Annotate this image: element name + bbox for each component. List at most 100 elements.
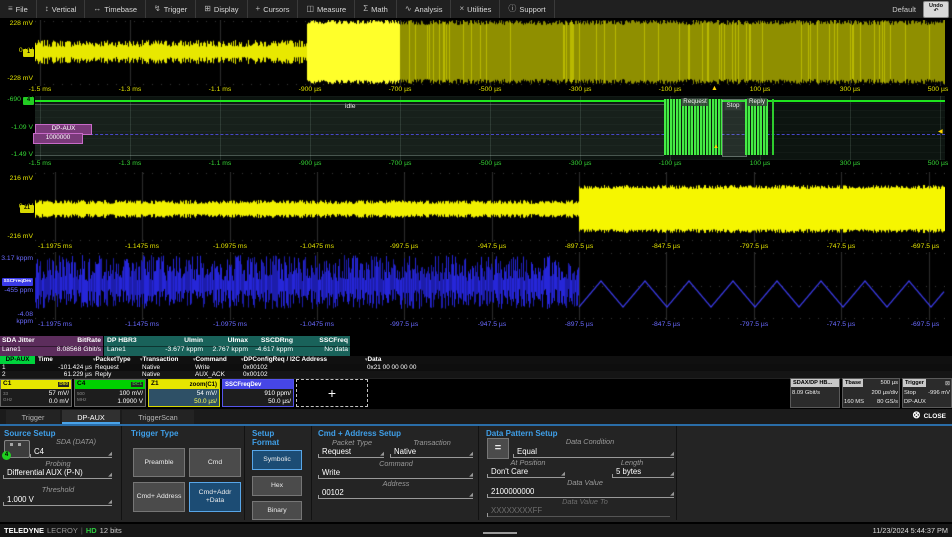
sscfreqdev-descriptor[interactable]: SSCFreqDev 910 ppm/ 50.0 µs/ — [222, 379, 294, 407]
x-tick: -700 µs — [389, 87, 412, 94]
menu-measure[interactable]: ◫Measure — [298, 0, 355, 18]
preamble-button[interactable]: Preamble — [133, 448, 185, 477]
data-condition-select[interactable]: Equal◢ — [513, 446, 674, 458]
z1-ground-marker[interactable]: Z1 — [20, 205, 34, 213]
hex-button[interactable]: Hex — [252, 476, 302, 496]
sda-source-select[interactable]: C4◢ — [30, 446, 112, 458]
col-time[interactable]: Time — [38, 357, 53, 363]
sscfreq-value: No data — [288, 347, 348, 354]
trigger-status-box[interactable]: Trigger ⊠ Stop-996 mV DP-AUX — [902, 378, 952, 408]
c1-volts-per-div: 57 mV/ — [49, 391, 69, 397]
menu-trigger[interactable]: ↯Trigger — [146, 0, 196, 18]
tab-dp-aux[interactable]: DP-AUX — [62, 410, 120, 424]
c4-descriptor-title: C4 — [77, 381, 85, 388]
packet-type-select[interactable]: Request◢ — [318, 446, 384, 458]
tab-triggerscan[interactable]: TriggerScan — [122, 410, 194, 424]
c4-bandwidth: 500MHz — [77, 391, 86, 403]
sscfreq-header: SSCFreq — [288, 338, 348, 345]
timebase-icon: ↔ — [93, 5, 101, 13]
menu-math[interactable]: ΣMath — [355, 0, 397, 18]
analysis-icon: ∿ — [405, 5, 412, 13]
transaction-select[interactable]: Native◢ — [390, 446, 473, 458]
col-transaction[interactable]: ▾Transaction — [140, 357, 178, 363]
dialog-close-button[interactable]: ⊗ CLOSE — [912, 411, 946, 421]
oscilloscope-app: ≡File ↕Vertical ↔Timebase ↯Trigger ⊞Disp… — [0, 0, 952, 537]
taskbar-handle[interactable] — [483, 532, 517, 534]
x-tick: -947.5 µs — [478, 322, 506, 329]
col-command[interactable]: ▾Command — [193, 357, 227, 363]
x-tick: -700 µs — [389, 161, 412, 168]
c1-bandwidth: 33GHz — [3, 391, 12, 403]
cell-transaction: Native — [142, 372, 160, 378]
x-tick: -1.0475 ms — [300, 322, 334, 329]
add-trace-button[interactable]: + — [296, 379, 368, 407]
timebase-status-box[interactable]: Tbase 500 µs 200 µs/div 160 MS80 GS/s — [842, 378, 900, 408]
menu-file[interactable]: ≡File — [0, 0, 37, 18]
c1-ground-marker[interactable]: 1 — [23, 49, 34, 57]
menu-cursors-label: Cursors — [263, 5, 289, 14]
col-packettype[interactable]: ▾PacketType — [93, 357, 131, 363]
probe-icon: 4 — [4, 440, 30, 458]
x-tick: -100 µs — [659, 161, 682, 168]
p3-y-top: 216 mV — [0, 176, 33, 183]
x-tick: -1.0475 ms — [300, 244, 334, 251]
menu-timebase[interactable]: ↔Timebase — [85, 0, 146, 18]
c4-volts-per-div: 100 mV/ — [119, 391, 143, 397]
col-dpconfigreq[interactable]: ▾DPConfigReq / I2C Address — [241, 357, 327, 363]
x-tick: -1.1975 ms — [38, 244, 72, 251]
tab-trigger[interactable]: Trigger — [6, 410, 60, 424]
trigger-time-marker-2[interactable]: ▲ — [713, 144, 719, 150]
menu-support[interactable]: ⓘSupport — [500, 0, 554, 18]
sscdrng-header: SSCDRng — [238, 338, 293, 345]
cell-time: 61.229 µs — [38, 372, 92, 378]
trigger-icon: ↯ — [154, 5, 161, 13]
serial-status-box[interactable]: SDAX/DP HB... 8.09 Gbit/s — [790, 378, 840, 408]
decode-table-header: DP-AUX Time ▾PacketType ▾Transaction ▾Co… — [0, 356, 952, 364]
binary-button[interactable]: Binary — [252, 501, 302, 520]
menu-display[interactable]: ⊞Display — [196, 0, 247, 18]
cmd-button[interactable]: Cmd — [189, 448, 241, 477]
address-field[interactable]: 00102◢ — [318, 487, 473, 499]
z1-descriptor-title: Z1 — [151, 381, 159, 388]
z1-waveform — [35, 172, 945, 242]
x-tick: -500 µs — [479, 87, 502, 94]
col-data[interactable]: ▾Data — [365, 357, 381, 363]
decode-value-box[interactable]: 1000000 — [33, 133, 83, 144]
sda-data-label: SDA (DATA) — [56, 438, 96, 445]
menu-cursors[interactable]: +Cursors — [248, 0, 299, 18]
command-select[interactable]: Write◢ — [318, 467, 473, 479]
cmd-addr-data-button[interactable]: Cmd+Addr +Data — [189, 482, 241, 512]
setup-format-heading: Setup Format — [252, 429, 296, 447]
equals-button[interactable]: = — [487, 438, 509, 459]
trigger-level-marker[interactable]: ◀ — [938, 129, 943, 135]
menu-utilities[interactable]: ×Utilities — [451, 0, 500, 18]
c4-ground-marker[interactable]: 4 — [23, 97, 34, 105]
x-tick: -1.5 ms — [29, 161, 52, 168]
probing-select[interactable]: Differential AUX (P-N)◢ — [3, 467, 112, 479]
sscfreqdev-marker[interactable]: SSCFreqDev — [2, 278, 33, 286]
p4-y-bottom: -4.08 kppm — [0, 312, 33, 326]
menu-analysis[interactable]: ∿Analysis — [397, 0, 452, 18]
at-position-select[interactable]: Don't Care◢ — [487, 466, 565, 478]
p2-y-mid: -1.09 V — [0, 125, 33, 132]
threshold-field[interactable]: 1.000 V◢ — [3, 494, 112, 506]
decode-source-cell[interactable]: DP-AUX — [0, 356, 35, 364]
undo-button[interactable]: Undo↶ — [923, 1, 949, 18]
length-select[interactable]: 5 bytes◢ — [612, 466, 674, 478]
cmd-address-button[interactable]: Cmd+ Address — [133, 482, 185, 512]
x-tick: 100 µs — [750, 161, 771, 168]
z1-descriptor[interactable]: Z1zoom(C1) 54 mV/ 50.0 µs/ — [148, 379, 220, 407]
x-tick: -947.5 µs — [478, 244, 506, 251]
x-tick: -1.3 ms — [119, 161, 142, 168]
trigger-time-marker[interactable]: ▲ — [711, 85, 718, 92]
menu-vertical[interactable]: ↕Vertical — [37, 0, 86, 18]
c4-descriptor[interactable]: C4DC1 500MHz 100 mV/ 1.0900 V — [74, 379, 146, 407]
symbolic-button[interactable]: Symbolic — [252, 450, 302, 470]
x-tick: -1.1 ms — [209, 87, 232, 94]
p2-y-bottom: -1.49 V — [0, 152, 33, 159]
section-divider — [676, 426, 677, 520]
c1-descriptor[interactable]: C1D50 33GHz 57 mV/ 0.0 mV — [0, 379, 72, 407]
x-tick: -747.5 µs — [827, 244, 855, 251]
utilities-icon: × — [459, 5, 464, 13]
x-tick: -1.1 ms — [209, 161, 232, 168]
